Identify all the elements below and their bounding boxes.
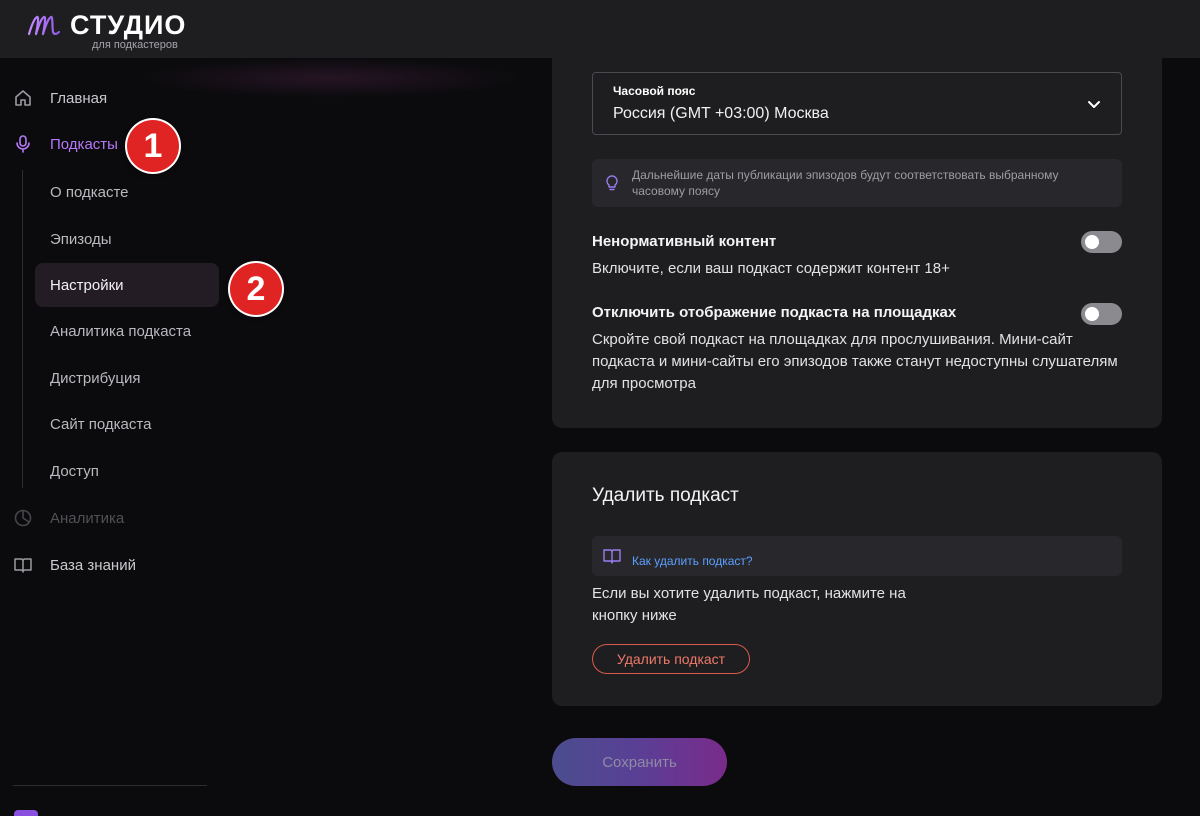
sidebar-subitem-label: Сайт подкаста bbox=[50, 415, 152, 433]
delete-help-box: Как удалить подкаст? bbox=[592, 536, 1122, 576]
pie-chart-icon bbox=[12, 507, 34, 529]
microphone-icon bbox=[12, 133, 34, 155]
sidebar-subitem-podcast-analytics[interactable]: Аналитика подкаста bbox=[35, 309, 219, 353]
sidebar-divider bbox=[13, 785, 207, 786]
sidebar-item-podcasts[interactable]: Подкасты bbox=[12, 129, 222, 159]
submenu-rail bbox=[22, 170, 23, 488]
hide-podcast-title: Отключить отображение подкаста на площад… bbox=[592, 304, 957, 321]
annotation-badge-2: 2 bbox=[230, 263, 282, 315]
toggle-knob bbox=[1085, 235, 1099, 249]
delete-podcast-heading: Удалить подкаст bbox=[592, 485, 739, 506]
toggle-knob bbox=[1085, 307, 1099, 321]
sidebar-item-analytics: Аналитика bbox=[12, 503, 222, 533]
annotation-badge-1: 1 bbox=[127, 120, 179, 172]
delete-description: Если вы хотите удалить подкаст, нажмите … bbox=[592, 585, 906, 624]
sidebar: Главная Подкасты О подкасте Эпизоды Наст… bbox=[0, 58, 230, 816]
sidebar-item-label: База знаний bbox=[50, 556, 136, 574]
explicit-content-description: Включите, если ваш подкаст содержит конт… bbox=[592, 260, 950, 277]
sidebar-subitem-label: О подкасте bbox=[50, 183, 129, 201]
logo-mark-icon bbox=[27, 15, 61, 36]
sidebar-item-label: Аналитика bbox=[50, 509, 125, 527]
chevron-down-icon bbox=[1088, 101, 1100, 108]
timezone-hint-text: Дальнейшие даты публикации эпизодов буду… bbox=[632, 168, 1059, 198]
sidebar-subitem-distribution[interactable]: Дистрибуция bbox=[35, 356, 219, 400]
book-icon bbox=[12, 554, 34, 576]
timezone-hint-box: Дальнейшие даты публикации эпизодов буду… bbox=[592, 159, 1122, 207]
sidebar-item-home[interactable]: Главная bbox=[12, 83, 222, 113]
sidebar-subitem-label: Доступ bbox=[50, 462, 99, 480]
sidebar-subitem-access[interactable]: Доступ bbox=[35, 449, 219, 493]
delete-podcast-card: Удалить подкаст Как удалить подкаст? Есл… bbox=[552, 452, 1162, 706]
timezone-select[interactable]: Часовой пояс Россия (GMT +03:00) Москва bbox=[592, 72, 1122, 135]
delete-help-link[interactable]: Как удалить подкаст? bbox=[632, 554, 753, 568]
explicit-content-toggle[interactable] bbox=[1081, 231, 1122, 253]
sidebar-item-label: Подкасты bbox=[50, 135, 118, 153]
timezone-label: Часовой пояс bbox=[613, 84, 696, 98]
sidebar-subitem-label: Дистрибуция bbox=[50, 369, 141, 387]
home-icon bbox=[12, 87, 34, 109]
profile-chip[interactable] bbox=[14, 810, 38, 816]
sidebar-subitem-label: Эпизоды bbox=[50, 230, 112, 248]
sidebar-subitem-label: Аналитика подкаста bbox=[50, 322, 192, 340]
book-icon bbox=[603, 549, 621, 564]
hide-podcast-toggle[interactable] bbox=[1081, 303, 1122, 325]
delete-podcast-button[interactable]: Удалить подкаст bbox=[592, 644, 750, 674]
sidebar-subitem-label: Настройки bbox=[50, 276, 124, 294]
sidebar-subitem-about[interactable]: О подкасте bbox=[35, 170, 219, 214]
sidebar-item-label: Главная bbox=[50, 89, 108, 107]
timezone-value: Россия (GMT +03:00) Москва bbox=[613, 105, 829, 122]
lightbulb-icon bbox=[606, 175, 618, 191]
sidebar-subitem-settings[interactable]: Настройки bbox=[35, 263, 219, 307]
save-button[interactable]: Сохранить bbox=[552, 738, 727, 786]
settings-card: Часовой пояс Россия (GMT +03:00) Москва … bbox=[552, 40, 1162, 428]
sidebar-subitem-site[interactable]: Сайт подкаста bbox=[35, 402, 219, 446]
hide-podcast-description: Скройте свой подкаст на площадках для пр… bbox=[592, 331, 1118, 392]
explicit-content-title: Ненормативный контент bbox=[592, 233, 777, 250]
sidebar-subitem-episodes[interactable]: Эпизоды bbox=[35, 217, 219, 261]
sidebar-item-knowledge-base[interactable]: База знаний bbox=[12, 550, 222, 580]
logo-subtitle: для подкастеров bbox=[92, 39, 178, 51]
logo-title: СТУДИО bbox=[70, 10, 187, 40]
